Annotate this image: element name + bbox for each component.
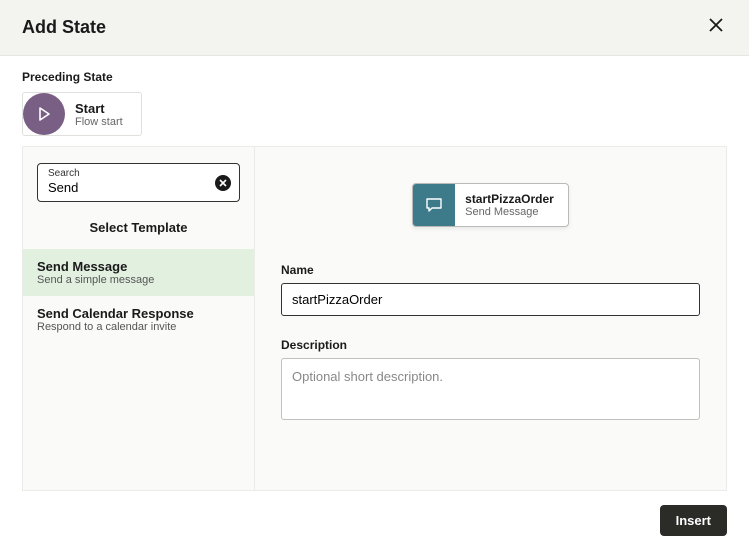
dialog-title: Add State xyxy=(22,17,106,38)
description-label: Description xyxy=(281,338,700,352)
search-label: Search xyxy=(48,168,209,179)
clear-icon xyxy=(219,179,227,187)
preceding-text: Start Flow start xyxy=(75,101,123,128)
search-input[interactable] xyxy=(48,180,209,195)
preview-wrap: startPizzaOrder Send Message xyxy=(281,183,700,227)
preceding-state-section: Preceding State Start Flow start xyxy=(0,56,749,146)
clear-search-button[interactable] xyxy=(215,175,231,191)
name-input[interactable] xyxy=(281,283,700,316)
template-title: Send Message xyxy=(37,259,240,274)
template-item-send-message[interactable]: Send Message Send a simple message xyxy=(23,249,254,296)
description-textarea[interactable] xyxy=(281,358,700,420)
detail-panel: startPizzaOrder Send Message Name Descri… xyxy=(255,147,726,490)
template-item-send-calendar-response[interactable]: Send Calendar Response Respond to a cale… xyxy=(23,296,254,343)
preview-text: startPizzaOrder Send Message xyxy=(455,184,568,226)
state-preview-card: startPizzaOrder Send Message xyxy=(412,183,569,227)
search-wrap: Search xyxy=(23,147,254,212)
message-icon xyxy=(413,184,455,226)
insert-button[interactable]: Insert xyxy=(660,505,727,536)
preceding-state-label: Preceding State xyxy=(22,70,727,84)
preview-subtitle: Send Message xyxy=(465,206,554,218)
preview-title: startPizzaOrder xyxy=(465,192,554,206)
preceding-title: Start xyxy=(75,101,123,116)
main-panel: Search Select Template Send Message Send… xyxy=(22,146,727,491)
dialog-footer: Insert xyxy=(0,505,749,554)
template-subtitle: Send a simple message xyxy=(37,274,240,286)
template-sidebar: Search Select Template Send Message Send… xyxy=(23,147,255,490)
start-icon xyxy=(23,93,65,135)
preceding-state-card[interactable]: Start Flow start xyxy=(22,92,142,136)
name-label: Name xyxy=(281,263,700,277)
select-template-heading: Select Template xyxy=(23,212,254,249)
search-box[interactable]: Search xyxy=(37,163,240,202)
template-title: Send Calendar Response xyxy=(37,306,240,321)
close-button[interactable] xyxy=(705,14,727,41)
dialog-header: Add State xyxy=(0,0,749,56)
close-icon xyxy=(709,18,723,32)
template-subtitle: Respond to a calendar invite xyxy=(37,321,240,333)
preceding-subtitle: Flow start xyxy=(75,116,123,128)
